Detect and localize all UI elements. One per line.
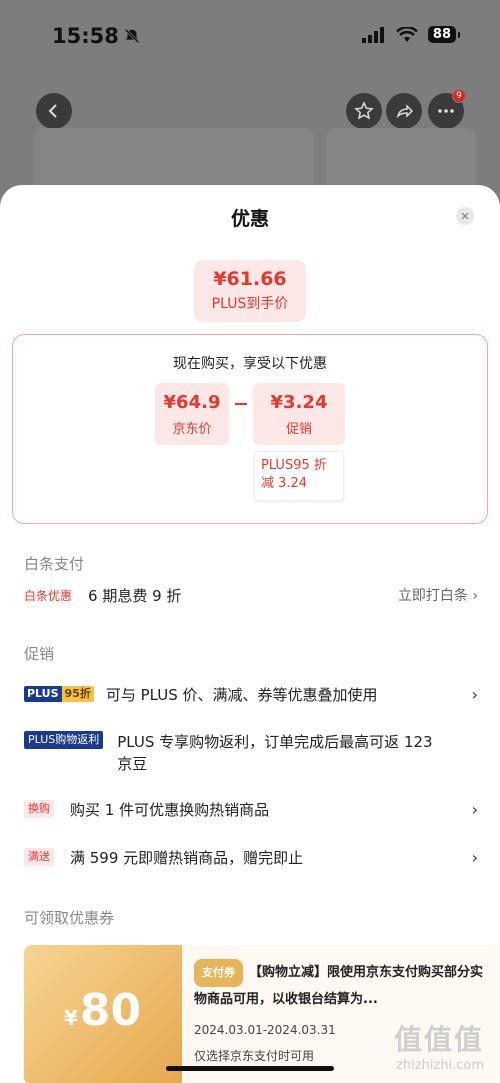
share-button[interactable] (386, 93, 422, 129)
chevron-right-icon: › (471, 799, 478, 819)
close-icon: ✕ (460, 209, 470, 223)
promo-item-text: PLUS 专享购物返利，订单完成后最高可返 123 京豆 (117, 733, 433, 773)
signal-icon (361, 26, 384, 43)
jd-price: ¥64.9 (163, 392, 221, 413)
gift-tag: 满送 (24, 848, 54, 866)
discount-sheet: 优惠 ✕ ¥61.66 PLUS到手价 现在购买，享受以下优惠 ¥64.9 京东… (0, 185, 500, 1083)
bell-muted-icon (124, 28, 140, 44)
time-text: 15:58 (52, 24, 119, 48)
baitiao-row[interactable]: 白条优惠 6 期息费 9 折 立即打白条 › (24, 585, 484, 605)
minus-sign (235, 403, 247, 405)
battery-indicator: 88 (427, 26, 461, 43)
sheet-title: 优惠 (230, 208, 269, 230)
notification-badge: 9 (452, 89, 466, 103)
promo-item-text: 可与 PLUS 价、满减、券等优惠叠加使用 (105, 685, 378, 704)
close-button[interactable]: ✕ (456, 207, 474, 225)
promo-item-plus95[interactable]: PLUS 95折 可与 PLUS 价、满减、券等优惠叠加使用 › (24, 684, 484, 704)
wifi-icon (396, 26, 418, 42)
exchange-tag: 换购 (24, 800, 54, 818)
final-price: ¥61.66 (213, 268, 287, 290)
watermark-url: zhizhizhi.com (396, 1058, 484, 1073)
promo-item-rebate: PLUS购物返利 PLUS 专享购物返利，订单完成后最高可返 123 京豆 (24, 731, 484, 775)
promo-item-text: 购买 1 件可优惠换购热销商品 (70, 800, 270, 819)
price-breakdown: 现在购买，享受以下优惠 ¥64.9 京东价 ¥3.24 促销 PLUS95 折减… (12, 334, 488, 524)
final-price-box: ¥61.66 PLUS到手价 (194, 260, 306, 322)
promo-item-exchange[interactable]: 换购 购买 1 件可优惠换购热销商品 › (24, 799, 484, 819)
chevron-right-icon: › (471, 847, 478, 867)
home-indicator[interactable] (166, 1066, 334, 1071)
breakdown-title: 现在购买，享受以下优惠 (173, 356, 327, 372)
final-price-label: PLUS到手价 (211, 296, 289, 312)
promo-label: 促销 (285, 422, 312, 437)
more-icon (438, 109, 454, 113)
baitiao-text: 6 期息费 9 折 (88, 586, 182, 605)
status-time: 15:58 (52, 24, 141, 48)
back-button[interactable] (36, 93, 72, 129)
promo-item-gift[interactable]: 满送 满 599 元即赠热销商品，赠完即止 › (24, 847, 484, 867)
jd-price-label: 京东价 (172, 422, 212, 437)
plus-rebate-tag: PLUS购物返利 (24, 731, 104, 749)
coupon-section-title: 可领取优惠券 (24, 909, 115, 927)
discount-detail: PLUS95 折减 3.24 (254, 451, 344, 501)
coupon-amount: ¥80 (64, 985, 142, 1036)
coupon-amount-panel: ¥80 (24, 945, 182, 1083)
baitiao-section-title: 白条支付 (24, 555, 85, 573)
chevron-left-icon (48, 104, 57, 118)
status-icons: 88 (361, 26, 461, 43)
watermark: 值值值 zhizhizhi.com (394, 1018, 484, 1073)
pay-coupon-tag: 支付券 (194, 959, 243, 987)
jd-price-chip: ¥64.9 京东价 (155, 383, 229, 445)
promo-section-title: 促销 (24, 645, 55, 663)
chevron-right-icon: › (471, 684, 478, 704)
plus95-tag: PLUS 95折 (24, 686, 94, 702)
more-button[interactable]: 9 (428, 89, 466, 129)
coupon-description: 支付券 【购物立减】限使用京东支付购买部分实物商品可用，以收银台结算为... (194, 959, 494, 1013)
promo-chip: ¥3.24 促销 (253, 383, 345, 445)
promo-value: ¥3.24 (270, 392, 328, 413)
promo-item-text: 满 599 元即赠热销商品，赠完即止 (70, 848, 304, 867)
favorite-button[interactable] (346, 93, 382, 129)
baitiao-tag: 白条优惠 (24, 588, 73, 603)
star-icon (354, 101, 374, 120)
share-icon (396, 104, 414, 119)
status-bar: 15:58 88 (0, 0, 500, 70)
baitiao-action[interactable]: 立即打白条 › (398, 585, 478, 605)
watermark-logo: 值值值 (393, 1023, 484, 1056)
